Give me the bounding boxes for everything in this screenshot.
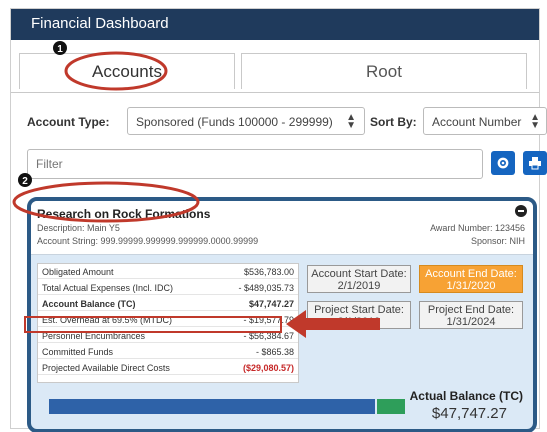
print-icon (529, 157, 541, 170)
table-row: Projected Available Direct Costs ($29,080… (38, 362, 298, 375)
actual-balance-value: $47,747.27 (431, 405, 507, 422)
date-label: Account End Date: (425, 268, 517, 280)
date-label: Account Start Date: (311, 268, 407, 280)
table-row: Personnel Encumbrances - $56,384.67 (38, 330, 298, 343)
sort-by-value: Account Number (432, 115, 522, 129)
table-row: Committed Funds - $865.38 (38, 346, 298, 359)
project-end-date: Project End Date: 1/31/2024 (419, 301, 523, 329)
row-label: Total Actual Expenses (Incl. IDC) (42, 283, 174, 293)
row-label: Personnel Encumbrances (42, 331, 146, 341)
tab-accounts[interactable]: Accounts (19, 53, 235, 89)
row-value: ($29,080.57) (242, 363, 294, 373)
tab-root[interactable]: Root (241, 53, 527, 89)
date-value: 1/31/2020 (446, 280, 496, 292)
date-value: 2/1/2019 (337, 316, 381, 328)
sort-toggle-icon: ▲ ▼ (346, 112, 356, 131)
account-end-date: Account End Date: 1/31/2020 (419, 265, 523, 293)
row-label: Projected Available Direct Costs (42, 363, 170, 373)
card-header: Research on Rock Formations Description:… (31, 201, 533, 255)
sponsor: Sponsor: NIH (470, 236, 525, 246)
sort-by-select[interactable]: Account Number ▲ ▼ (423, 107, 547, 135)
row-label: Committed Funds (42, 347, 114, 357)
row-value: - $489,035.73 (238, 283, 294, 293)
row-label: Est. Overhead at 69.5% (MTDC) (42, 315, 173, 325)
sort-by-label: Sort By: (370, 115, 417, 129)
account-card: Research on Rock Formations Description:… (27, 197, 537, 432)
account-string: Account String: 999.99999.999999.999999.… (37, 236, 259, 246)
print-button[interactable] (523, 151, 547, 175)
table-row: Est. Overhead at 69.5% (MTDC) - $19,577.7… (38, 314, 298, 327)
award-number: Award Number: 123456 (430, 223, 525, 233)
row-value: - $19,577.79 (243, 315, 294, 325)
account-start-date: Account Start Date: 2/1/2019 (307, 265, 411, 293)
gear-icon (497, 157, 509, 169)
card-title: Research on Rock Formations (37, 207, 211, 221)
row-value: $47,747.27 (248, 299, 294, 309)
card-description: Description: Main Y5 (37, 223, 120, 233)
row-value: - $865.38 (255, 347, 294, 357)
app-frame: Financial Dashboard Accounts Root Accoun… (10, 8, 547, 432)
table-row: Total Actual Expenses (Incl. IDC) - $489,… (38, 282, 298, 295)
actual-balance-label: Actual Balance (TC) (409, 389, 523, 403)
row-value: $536,783.00 (243, 267, 294, 277)
project-start-date: Project Start Date: 2/1/2019 (307, 301, 411, 329)
collapse-icon[interactable] (515, 205, 527, 217)
account-type-value: Sponsored (Funds 100000 - 299999) (136, 115, 333, 129)
row-label: Obligated Amount (42, 267, 114, 277)
date-label: Project Start Date: (314, 304, 404, 316)
date-label: Project End Date: (427, 304, 515, 316)
window-title: Financial Dashboard (11, 9, 539, 40)
date-value: 1/31/2024 (446, 316, 496, 328)
remaining-bar (377, 399, 405, 414)
table-row: Obligated Amount $536,783.00 (38, 266, 298, 279)
tab-bar: Accounts Root (19, 53, 527, 89)
row-value: - $56,384.67 (243, 331, 294, 341)
account-type-label: Account Type: (27, 115, 110, 129)
spent-bar (49, 399, 375, 414)
table-row: Account Balance (TC) $47,747.27 (38, 298, 298, 311)
account-type-select[interactable]: Sponsored (Funds 100000 - 299999) ▲ ▼ (127, 107, 365, 135)
filter-input[interactable] (27, 149, 483, 179)
row-label: Account Balance (TC) (42, 299, 136, 309)
filter-bar: Account Type: Sponsored (Funds 100000 - … (21, 107, 547, 137)
tab-divider (11, 92, 539, 93)
settings-button[interactable] (491, 151, 515, 175)
date-value: 2/1/2019 (337, 280, 381, 292)
financial-summary-table: Obligated Amount $536,783.00 Total Actual … (37, 263, 299, 383)
sort-toggle-icon: ▲ ▼ (530, 112, 540, 131)
